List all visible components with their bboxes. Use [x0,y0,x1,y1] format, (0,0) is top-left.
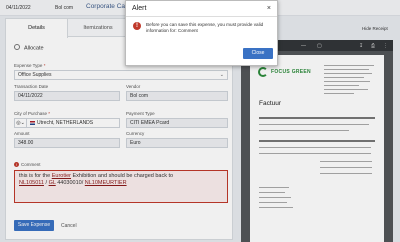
alert-divider [126,16,277,17]
alert-title: Alert [132,5,147,12]
alert-close-button[interactable]: Close [243,48,273,59]
alert-dialog: Alert × ! Before you can save this expen… [125,0,278,66]
alert-message: Before you can save this expense, you mu… [146,22,264,33]
error-icon: ! [133,22,141,30]
close-icon[interactable]: × [267,5,271,12]
